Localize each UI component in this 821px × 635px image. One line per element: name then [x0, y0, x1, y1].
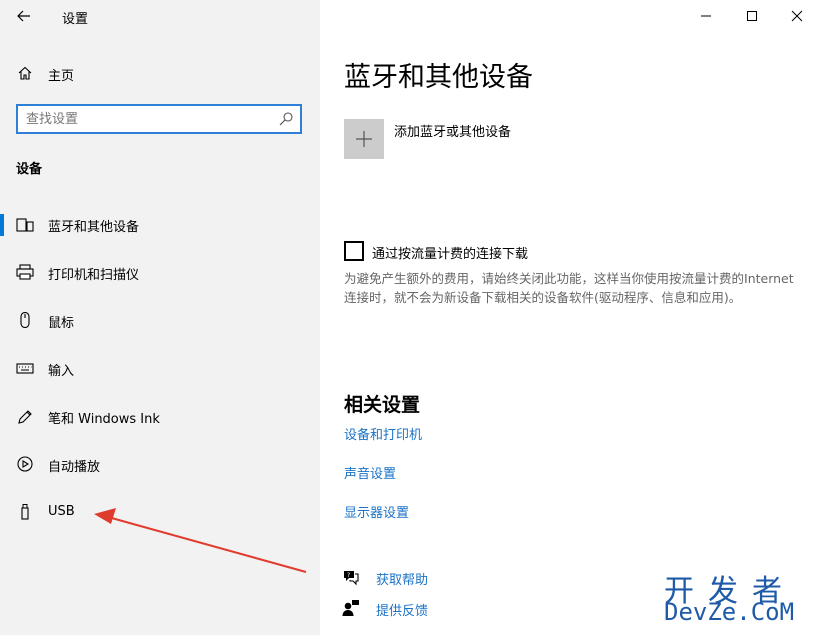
- metered-download-option[interactable]: 通过按流量计费的连接下载: [344, 240, 804, 262]
- get-help-link[interactable]: ? 获取帮助: [342, 566, 542, 588]
- plus-icon: [356, 131, 372, 147]
- back-button[interactable]: [10, 4, 38, 28]
- watermark-en: DevZe.CoM: [664, 598, 795, 626]
- sidebar-item-label: 鼠标: [48, 316, 75, 331]
- sidebar-item-printers[interactable]: 打印机和扫描仪: [0, 252, 320, 292]
- watermark-logo: 开发者 DevZe.CoM: [664, 566, 814, 630]
- svg-text:?: ?: [347, 572, 350, 579]
- search-box[interactable]: [16, 104, 302, 134]
- metered-description: 为避免产生额外的费用，请始终关闭此功能，这样当你使用按流量计费的Internet…: [344, 271, 794, 305]
- sidebar: 设置 主页 设备 蓝牙和其他设备 打印机和扫描仪: [0, 0, 320, 635]
- sidebar-item-label: 输入: [48, 364, 75, 379]
- related-settings-title: 相关设置: [344, 394, 421, 416]
- title-bar: 设置: [0, 0, 320, 32]
- feedback-link[interactable]: 提供反馈: [342, 597, 542, 619]
- bluetooth-icon: [16, 218, 34, 232]
- sidebar-item-label: 笔和 Windows Ink: [48, 412, 160, 427]
- sidebar-item-label: 打印机和扫描仪: [48, 268, 140, 283]
- maximize-button[interactable]: [730, 2, 774, 30]
- autoplay-icon: [17, 456, 33, 472]
- link-sound-settings[interactable]: 声音设置: [344, 463, 396, 482]
- feedback-label: 提供反馈: [376, 604, 429, 619]
- minimize-button[interactable]: [684, 2, 728, 30]
- app-title: 设置: [62, 12, 89, 27]
- keyboard-icon: [16, 363, 34, 374]
- get-help-label: 获取帮助: [376, 573, 429, 588]
- minimize-icon: [701, 15, 711, 17]
- help-chat-icon: ?: [344, 571, 359, 586]
- add-device-tile[interactable]: [344, 119, 384, 159]
- sidebar-item-home[interactable]: 主页: [0, 56, 320, 90]
- section-label: 设备: [16, 162, 43, 177]
- search-icon[interactable]: [278, 111, 294, 127]
- page-title: 蓝牙和其他设备: [344, 62, 533, 93]
- main-content: 蓝牙和其他设备 添加蓝牙或其他设备 通过按流量计费的连接下载 为避免产生额外的费…: [320, 0, 821, 635]
- maximize-icon: [747, 11, 757, 21]
- add-device-label: 添加蓝牙或其他设备: [394, 125, 512, 140]
- sidebar-item-label: 蓝牙和其他设备: [48, 220, 140, 235]
- sidebar-item-label: 自动播放: [48, 460, 101, 475]
- link-display-settings[interactable]: 显示器设置: [344, 502, 409, 521]
- usb-icon: [21, 504, 29, 520]
- feedback-person-icon: [342, 600, 359, 616]
- sidebar-item-usb[interactable]: USB: [0, 492, 320, 532]
- sidebar-item-bluetooth[interactable]: 蓝牙和其他设备: [0, 204, 320, 244]
- sidebar-item-label: USB: [48, 504, 75, 519]
- back-arrow-icon: [17, 10, 30, 22]
- close-button[interactable]: [775, 2, 819, 30]
- sidebar-item-label: 主页: [48, 69, 75, 84]
- mouse-icon: [20, 312, 30, 328]
- pen-icon: [18, 410, 32, 424]
- sidebar-item-mouse[interactable]: 鼠标: [0, 300, 320, 340]
- sidebar-item-pen[interactable]: 笔和 Windows Ink: [0, 396, 320, 436]
- link-devices-and-printers[interactable]: 设备和打印机: [344, 424, 422, 443]
- metered-label: 通过按流量计费的连接下载: [372, 247, 529, 262]
- home-icon: [18, 66, 32, 80]
- metered-checkbox[interactable]: [344, 241, 364, 261]
- sidebar-item-autoplay[interactable]: 自动播放: [0, 444, 320, 484]
- printer-icon: [16, 264, 34, 280]
- add-device-button[interactable]: 添加蓝牙或其他设备: [344, 118, 644, 160]
- close-icon: [791, 10, 803, 22]
- sidebar-item-typing[interactable]: 输入: [0, 348, 320, 388]
- search-input[interactable]: [26, 110, 266, 128]
